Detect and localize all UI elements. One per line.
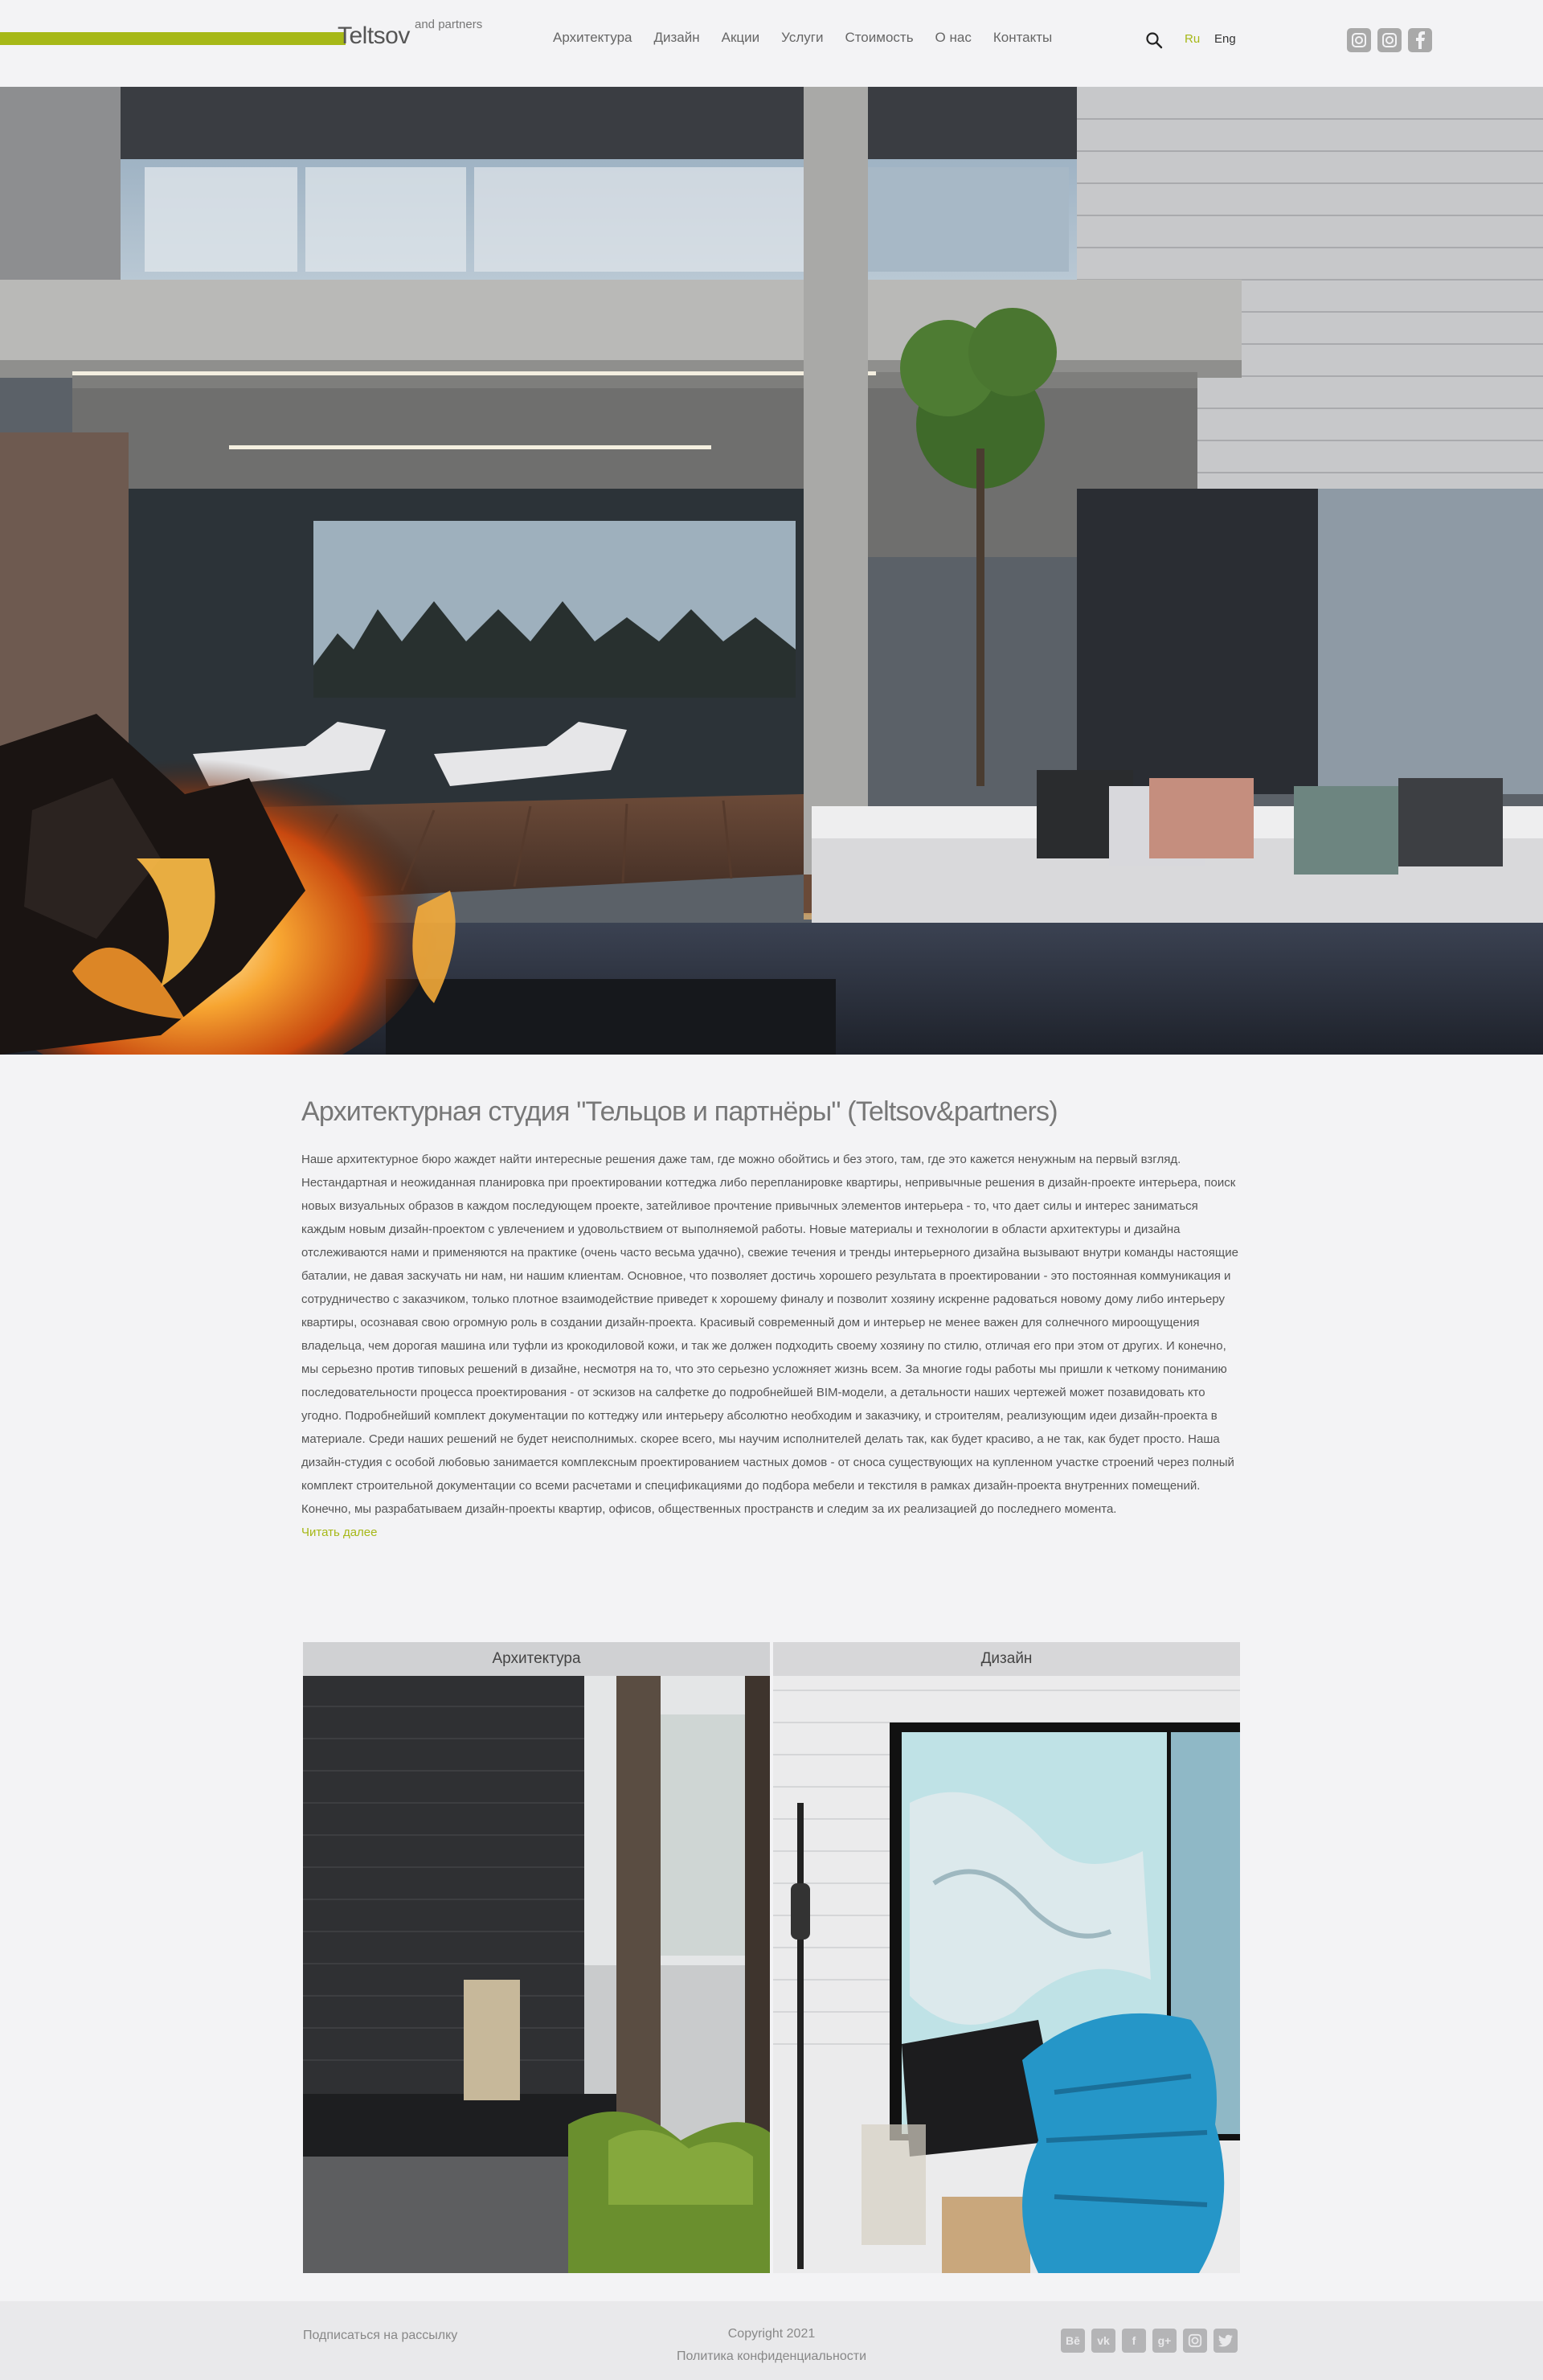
nav-item-pricing[interactable]: Стоимость <box>845 30 913 46</box>
instagram-icon[interactable] <box>1183 2329 1207 2353</box>
facebook-icon[interactable] <box>1408 28 1432 52</box>
page-title: Архитектурная студия "Тельцов и партнёры… <box>301 1096 1058 1127</box>
brand-tagline: and partners <box>415 18 483 31</box>
hero-house-illustration <box>0 87 1543 1055</box>
lang-en-link[interactable]: Eng <box>1214 32 1236 46</box>
about-paragraph: Наше архитектурное бюро жаждет найти инт… <box>301 1153 1238 1516</box>
google-plus-icon[interactable]: g+ <box>1152 2329 1177 2353</box>
privacy-policy-link[interactable]: Политика конфиденциальности <box>0 2349 1543 2364</box>
read-more-link[interactable]: Читать далее <box>301 1521 1242 1544</box>
architecture-card[interactable]: Архитектура <box>303 1642 770 2273</box>
nav-item-contacts[interactable]: Контакты <box>993 30 1052 46</box>
nav-item-architecture[interactable]: Архитектура <box>553 30 632 46</box>
nav-item-promotions[interactable]: Акции <box>722 30 760 46</box>
main-content: Архитектурная студия "Тельцов и партнёры… <box>301 1093 1242 1544</box>
design-card[interactable]: Дизайн <box>773 1642 1240 2273</box>
instagram-icon[interactable] <box>1377 28 1402 52</box>
nav-item-design[interactable]: Дизайн <box>653 30 699 46</box>
behance-icon[interactable]: Bē <box>1061 2329 1085 2353</box>
brand-accent-bar <box>0 32 346 45</box>
main-nav: Архитектура Дизайн Акции Услуги Стоимост… <box>553 30 1074 46</box>
design-image <box>773 1642 1240 2273</box>
brand-logo[interactable]: Teltsov <box>338 23 410 50</box>
hero-image <box>0 87 1543 1055</box>
instagram-icon[interactable] <box>1347 28 1371 52</box>
card-label-architecture: Архитектура <box>303 1642 770 1676</box>
nav-item-services[interactable]: Услуги <box>781 30 823 46</box>
twitter-icon[interactable] <box>1214 2329 1238 2353</box>
copyright-text: Copyright 2021 <box>727 2327 816 2341</box>
site-footer: Подписаться на рассылку Copyright 2021 П… <box>0 2301 1543 2380</box>
search-icon[interactable] <box>1144 31 1164 50</box>
vk-icon[interactable]: vk <box>1091 2329 1115 2353</box>
nav-item-about[interactable]: О нас <box>935 30 972 46</box>
lang-ru-link[interactable]: Ru <box>1185 32 1200 46</box>
facebook-icon[interactable]: f <box>1122 2329 1146 2353</box>
architecture-image <box>303 1642 770 2273</box>
site-header: Teltsov and partners Архитектура Дизайн … <box>0 0 1543 87</box>
card-label-design: Дизайн <box>773 1642 1240 1676</box>
